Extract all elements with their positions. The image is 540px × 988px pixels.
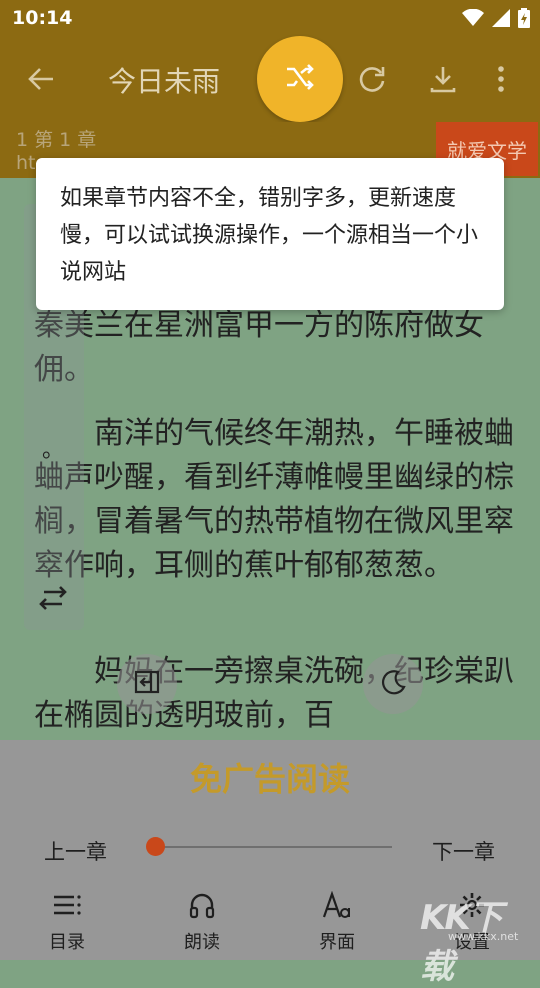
chapter-progress-thumb[interactable] — [146, 837, 165, 856]
nav-toc[interactable]: 目录 — [27, 890, 107, 954]
watermark-logo: KK下载 www.kkx.net — [420, 886, 532, 987]
nav-appearance[interactable]: 界面 — [297, 890, 377, 954]
back-arrow-icon[interactable] — [26, 64, 56, 98]
exit-icon — [133, 669, 161, 699]
status-bar: 10:14 — [0, 0, 540, 36]
font-icon — [297, 890, 377, 920]
sidebar-glyph: 。 — [42, 438, 65, 463]
shuffle-icon — [285, 64, 315, 94]
exit-reading-button[interactable] — [117, 654, 177, 714]
page-title: 今日未雨 — [108, 65, 221, 98]
change-source-tooltip[interactable]: 如果章节内容不全，错别字多，更新速度慢，可以试试换源操作，一个源相当一个小说网站 — [36, 158, 504, 310]
moon-icon — [380, 669, 406, 699]
swap-icon[interactable] — [38, 584, 68, 616]
more-options-icon[interactable] — [496, 64, 506, 98]
tooltip-text: 如果章节内容不全，错别字多，更新速度慢，可以试试换源操作，一个源相当一个小说网站 — [60, 186, 479, 285]
nav-read-aloud[interactable]: 朗读 — [162, 890, 242, 954]
change-source-button[interactable] — [257, 36, 343, 122]
nav-label: 朗读 — [184, 932, 220, 953]
toc-icon — [27, 890, 107, 920]
headphones-icon — [162, 890, 242, 920]
nav-label: 界面 — [319, 932, 355, 953]
night-mode-button[interactable] — [363, 654, 423, 714]
battery-icon — [518, 8, 530, 32]
ad-free-banner[interactable]: 免广告阅读 — [0, 754, 540, 800]
prev-chapter-button[interactable]: 上一章 — [44, 836, 107, 866]
watermark-url: www.kkx.net — [448, 930, 519, 943]
next-chapter-button[interactable]: 下一章 — [432, 836, 495, 866]
download-icon[interactable] — [428, 64, 458, 98]
paragraph-2: 南洋的气候终年潮热，午睡被蛐蛐声吵醒，看到纤薄帷幔里幽绿的棕榈，冒着暑气的热带植… — [34, 416, 514, 583]
paragraph-1: 秦美兰在星洲富甲一方的陈府做女佣。 — [34, 308, 484, 387]
wifi-icon — [462, 8, 484, 31]
status-time: 10:14 — [12, 7, 73, 29]
nav-label: 目录 — [49, 932, 85, 953]
chapter-label: 1 第 1 章 — [16, 129, 97, 151]
paragraph-3: 妈妈在一旁擦桌洗碗，纪珍棠趴在椭圆的透明玻前，百 — [34, 654, 514, 733]
refresh-icon[interactable] — [357, 64, 387, 98]
chapter-url[interactable]: ht — [16, 152, 36, 174]
chapter-progress-track[interactable] — [154, 846, 392, 848]
signal-icon — [492, 9, 510, 31]
